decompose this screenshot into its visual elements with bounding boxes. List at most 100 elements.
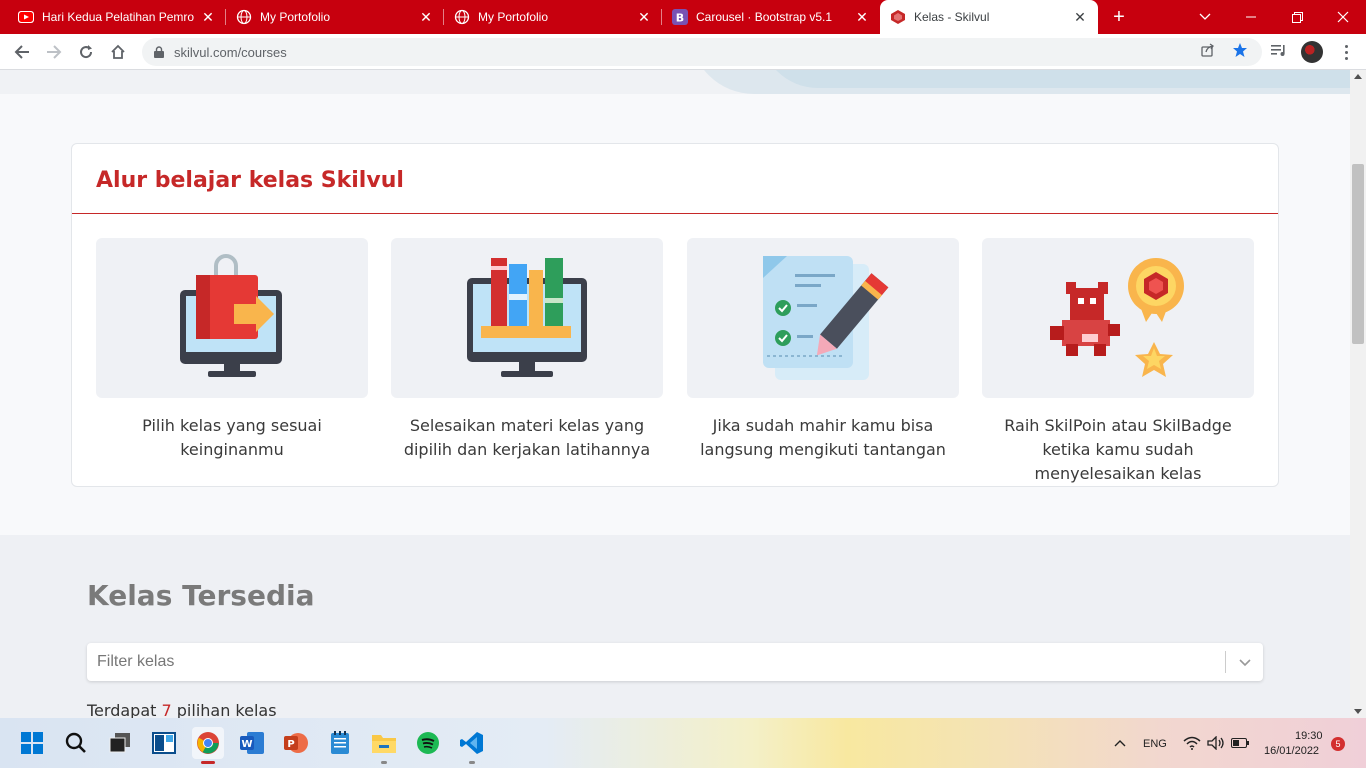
arrow-left-icon — [14, 45, 29, 59]
tab-title: Carousel · Bootstrap v5.1 — [696, 10, 833, 24]
page-content: Alur belajar kelas Skilvul Pilih kelas y… — [0, 70, 1350, 718]
step-caption: Raih SkilPoin atau SkilBadge ketika kamu… — [1004, 416, 1232, 483]
tab-bootstrap[interactable]: B Carousel · Bootstrap v5.1 ✕ — [662, 0, 880, 34]
title-divider — [72, 213, 1278, 214]
home-button[interactable] — [106, 40, 130, 64]
shopping-bag-monitor-icon — [96, 238, 368, 398]
learning-step-3: Jika sudah mahir kamu bisa langsung meng… — [687, 238, 959, 462]
arrow-right-icon — [47, 45, 62, 59]
bookmark-button[interactable] — [1228, 38, 1252, 62]
minimize-icon — [1246, 16, 1256, 18]
back-button[interactable] — [10, 40, 34, 64]
tab-skilvul[interactable]: Kelas - Skilvul ✕ — [880, 0, 1098, 34]
close-icon[interactable]: ✕ — [1072, 9, 1088, 26]
new-tab-button[interactable]: + — [1108, 0, 1130, 34]
badge-mascot-icon — [982, 238, 1254, 398]
share-button[interactable] — [1196, 38, 1220, 62]
class-count: 7 — [161, 701, 172, 718]
address-bar[interactable]: skilvul.com/courses — [142, 38, 1262, 66]
filter-divider — [1225, 651, 1226, 673]
scroll-up-icon[interactable] — [1354, 74, 1362, 79]
learning-flow-card: Alur belajar kelas Skilvul Pilih kelas y… — [71, 143, 1279, 487]
browser-toolbar: skilvul.com/courses — [0, 34, 1366, 70]
globe-icon — [236, 9, 252, 25]
start-icon[interactable] — [16, 727, 48, 759]
share-icon — [1201, 43, 1214, 57]
step-caption: Jika sudah mahir kamu bisa langsung meng… — [700, 416, 946, 459]
learning-step-4: Raih SkilPoin atau SkilBadge ketika kamu… — [982, 238, 1254, 486]
tab-search-button[interactable] — [1182, 0, 1228, 34]
close-icon[interactable]: ✕ — [418, 9, 434, 26]
language-indicator[interactable]: ENG — [1143, 738, 1167, 750]
close-window-button[interactable] — [1320, 0, 1366, 34]
chevron-down-icon — [1199, 13, 1211, 20]
notepad-icon[interactable] — [324, 727, 356, 759]
skilvul-icon — [890, 9, 906, 25]
available-classes-title: Kelas Tersedia — [87, 579, 315, 612]
tab-title: Kelas - Skilvul — [914, 10, 990, 24]
media-control-button[interactable] — [1267, 38, 1291, 62]
books-monitor-icon — [391, 238, 663, 398]
vscode-icon[interactable] — [456, 727, 488, 764]
page-scrollbar[interactable] — [1350, 70, 1366, 718]
clock-time[interactable]: 19:30 — [1295, 730, 1323, 742]
youtube-icon — [18, 9, 34, 25]
svg-text:B: B — [676, 12, 684, 25]
tab-portfolio-2[interactable]: My Portofolio ✕ — [444, 0, 662, 34]
close-icon — [1337, 11, 1349, 23]
clock-date[interactable]: 16/01/2022 — [1264, 745, 1319, 757]
learning-flow-title: Alur belajar kelas Skilvul — [96, 168, 404, 193]
volume-icon[interactable] — [1204, 727, 1228, 759]
step-caption: Selesaikan materi kelas yang dipilih dan… — [403, 416, 651, 459]
profile-avatar[interactable] — [1301, 41, 1323, 63]
scrollbar-thumb[interactable] — [1352, 164, 1364, 344]
close-icon[interactable]: ✕ — [854, 9, 870, 26]
wifi-icon[interactable] — [1180, 727, 1204, 759]
scroll-down-icon[interactable] — [1354, 709, 1362, 714]
star-icon — [1233, 43, 1247, 57]
tab-title: Hari Kedua Pelatihan Pemrog — [42, 10, 194, 24]
snap-icon[interactable] — [148, 727, 180, 759]
forward-button[interactable] — [42, 40, 66, 64]
restore-button[interactable] — [1274, 0, 1320, 34]
notification-badge[interactable]: 5 — [1331, 737, 1345, 751]
close-icon[interactable]: ✕ — [200, 9, 216, 26]
more-menu-button[interactable] — [1338, 40, 1354, 64]
spotify-icon[interactable] — [412, 727, 444, 759]
show-hidden-icons-button[interactable] — [1110, 727, 1130, 759]
learning-step-1: Pilih kelas yang sesuai keinginanmu — [96, 238, 368, 462]
chevron-down-icon[interactable] — [1235, 652, 1255, 672]
step-caption: Pilih kelas yang sesuai keinginanmu — [142, 416, 322, 459]
minimize-button[interactable] — [1228, 0, 1274, 34]
home-icon — [111, 44, 125, 59]
windows-taskbar: W P ENG 19:30 16/01/2022 — [0, 718, 1366, 768]
tab-youtube[interactable]: Hari Kedua Pelatihan Pemrog ✕ — [8, 0, 226, 34]
bootstrap-icon: B — [672, 9, 688, 25]
filter-dropdown[interactable] — [87, 643, 1263, 681]
svg-text:P: P — [287, 739, 294, 750]
hero-bottom-band — [0, 70, 1350, 94]
globe-icon — [454, 9, 470, 25]
reload-button[interactable] — [74, 40, 98, 64]
tab-title: My Portofolio — [478, 10, 549, 24]
word-icon[interactable]: W — [236, 727, 268, 759]
close-icon[interactable]: ✕ — [636, 9, 652, 26]
task-view-icon[interactable] — [104, 727, 136, 759]
tab-title: My Portofolio — [260, 10, 331, 24]
powerpoint-icon[interactable]: P — [280, 727, 312, 759]
restore-icon — [1291, 11, 1303, 23]
url-text: skilvul.com/courses — [174, 44, 287, 60]
file-explorer-icon[interactable] — [368, 727, 400, 764]
running-indicator — [381, 761, 387, 764]
search-icon[interactable] — [60, 727, 92, 759]
svg-text:W: W — [241, 739, 252, 750]
reload-icon — [80, 45, 93, 59]
available-classes-section: Kelas Tersedia Terdapat 7 pilihan kelas — [0, 535, 1350, 718]
battery-icon[interactable] — [1228, 727, 1252, 759]
chrome-icon[interactable] — [192, 727, 224, 764]
active-indicator — [201, 761, 215, 764]
filter-input[interactable] — [87, 643, 1217, 681]
lock-icon — [152, 45, 166, 59]
tab-portfolio-1[interactable]: My Portofolio ✕ — [226, 0, 444, 34]
playlist-icon — [1271, 45, 1285, 56]
